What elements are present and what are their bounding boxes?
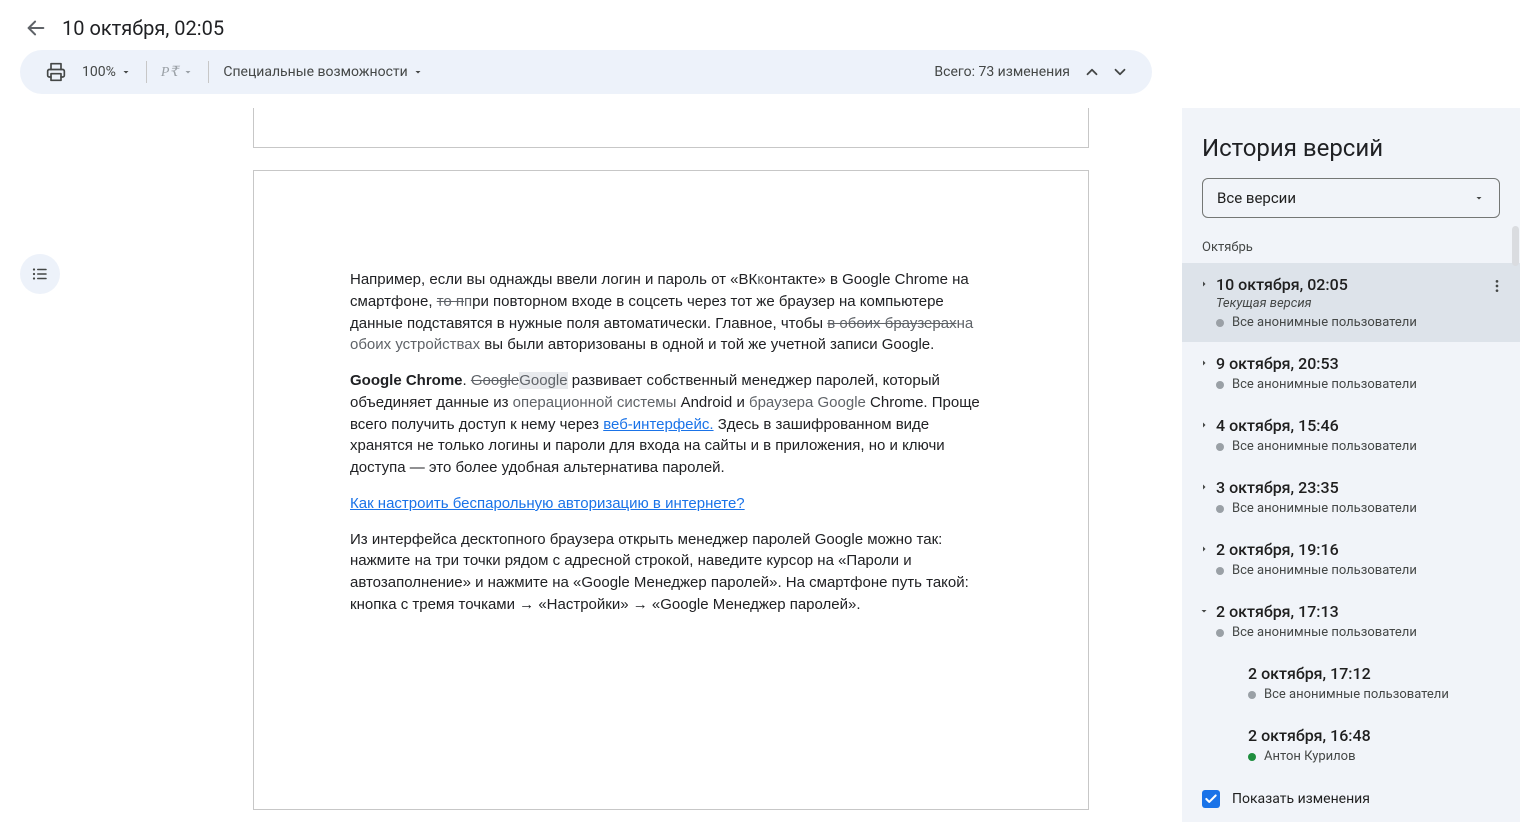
toolbar-separator [208, 61, 209, 83]
author-color-dot [1216, 505, 1224, 513]
editing-mode-dropdown[interactable]: P₹ [153, 58, 202, 87]
chevron-down-icon [412, 66, 424, 78]
panel-footer: Показать изменения [1182, 775, 1520, 822]
toolbar: 100% P₹ Специальные возможности Всего: 7… [20, 50, 1152, 94]
version-date: 9 октября, 20:53 [1216, 354, 1504, 373]
version-item[interactable]: 10 октября, 02:05 Текущая версия Все анони… [1182, 263, 1520, 342]
accessibility-dropdown[interactable]: Специальные возможности [215, 58, 431, 86]
version-history-panel: История версий Все версии Октябрь 10 окт… [1182, 108, 1520, 822]
version-date: 3 октября, 23:35 [1216, 478, 1504, 497]
mode-label: P₹ [161, 64, 178, 81]
version-author: Все анонимные пользователи [1216, 625, 1504, 640]
chevron-right-icon[interactable] [1194, 416, 1214, 454]
page-title: 10 октября, 02:05 [62, 16, 224, 40]
check-icon [1204, 792, 1218, 806]
arrow-left-icon [25, 17, 47, 39]
document-page-previous [253, 108, 1089, 148]
version-date: 4 октября, 15:46 [1216, 416, 1504, 435]
chevron-right-icon[interactable] [1194, 354, 1214, 392]
version-date: 2 октября, 17:12 [1248, 664, 1504, 683]
version-filter-dropdown[interactable]: Все версии [1202, 178, 1500, 218]
month-heading: Октябрь [1182, 236, 1520, 263]
version-author: Все анонимные пользователи [1216, 563, 1504, 578]
version-author: Все анонимные пользователи [1216, 501, 1504, 516]
version-item[interactable]: 4 октября, 15:46 Все анонимные пользовате… [1182, 404, 1520, 466]
zoom-dropdown[interactable]: 100% [74, 58, 140, 86]
passwordless-auth-link[interactable]: Как настроить беспарольную авторизацию в… [350, 495, 745, 512]
kebab-icon [1489, 278, 1505, 294]
author-color-dot [1216, 443, 1224, 451]
chevron-up-icon [1083, 63, 1101, 81]
toolbar-separator [146, 61, 147, 83]
filter-value: Все версии [1217, 189, 1296, 207]
author-color-dot [1216, 381, 1224, 389]
version-list[interactable]: 10 октября, 02:05 Текущая версия Все анони… [1182, 263, 1520, 775]
version-item[interactable]: 2 октября, 17:12 Все анонимные пользовате… [1182, 652, 1520, 714]
show-changes-checkbox[interactable] [1202, 790, 1220, 808]
doc-paragraph: Например, если вы однажды ввели логин и … [350, 269, 992, 356]
version-item[interactable]: 2 октября, 19:16 Все анонимные пользовате… [1182, 528, 1520, 590]
version-item[interactable]: 3 октября, 23:35 Все анонимные пользовате… [1182, 466, 1520, 528]
print-icon [46, 62, 66, 82]
version-menu-button[interactable] [1486, 275, 1508, 297]
version-date: 2 октября, 17:13 [1216, 602, 1504, 621]
author-color-dot [1248, 753, 1256, 761]
panel-title: История версий [1182, 108, 1520, 178]
version-item[interactable]: 2 октября, 16:48 Антон Курилов [1182, 714, 1520, 775]
doc-paragraph: Из интерфейса десктопного браузера откры… [350, 529, 992, 616]
print-button[interactable] [38, 56, 74, 88]
author-color-dot [1216, 319, 1224, 327]
accessibility-label: Специальные возможности [223, 64, 407, 80]
version-date: 2 октября, 16:48 [1248, 726, 1504, 745]
outline-icon [31, 265, 49, 283]
version-author: Антон Курилов [1248, 749, 1504, 764]
author-color-dot [1248, 691, 1256, 699]
back-arrow-button[interactable] [24, 16, 48, 40]
chevron-right-icon[interactable] [1194, 540, 1214, 578]
chevron-right-icon[interactable] [1194, 275, 1214, 330]
version-subtitle: Текущая версия [1216, 296, 1504, 311]
doc-paragraph: Как настроить беспарольную авторизацию в… [350, 493, 992, 515]
zoom-value: 100% [82, 64, 116, 80]
version-author: Все анонимные пользователи [1216, 439, 1504, 454]
doc-paragraph: Google Chrome. GoogleGoogle развивает со… [350, 370, 992, 479]
show-changes-label: Показать изменения [1232, 791, 1370, 807]
prev-change-button[interactable] [1078, 58, 1106, 86]
version-author: Все анонимные пользователи [1216, 315, 1504, 330]
chevron-down-icon [1111, 63, 1129, 81]
chevron-down-icon [182, 66, 194, 78]
document-page: Например, если вы однажды ввели логин и … [253, 170, 1089, 810]
version-author: Все анонимные пользователи [1216, 377, 1504, 392]
scrollbar-thumb[interactable] [1512, 226, 1519, 266]
version-date: 10 октября, 02:05 [1216, 275, 1504, 294]
version-item[interactable]: 9 октября, 20:53 Все анонимные пользовате… [1182, 342, 1520, 404]
next-change-button[interactable] [1106, 58, 1134, 86]
changes-total-label: Всего: 73 изменения [934, 64, 1078, 80]
author-color-dot [1216, 567, 1224, 575]
chevron-down-icon[interactable] [1194, 602, 1214, 640]
version-author: Все анонимные пользователи [1248, 687, 1504, 702]
chevron-down-icon [120, 66, 132, 78]
outline-toggle-button[interactable] [20, 254, 60, 294]
chevron-right-icon[interactable] [1194, 478, 1214, 516]
version-date: 2 октября, 19:16 [1216, 540, 1504, 559]
web-interface-link[interactable]: веб-интерфейс. [603, 416, 713, 433]
author-color-dot [1216, 629, 1224, 637]
document-canvas[interactable]: Например, если вы однажды ввели логин и … [0, 108, 1182, 822]
version-item[interactable]: 2 октября, 17:13 Все анонимные пользовате… [1182, 590, 1520, 652]
chevron-down-icon [1473, 192, 1485, 204]
